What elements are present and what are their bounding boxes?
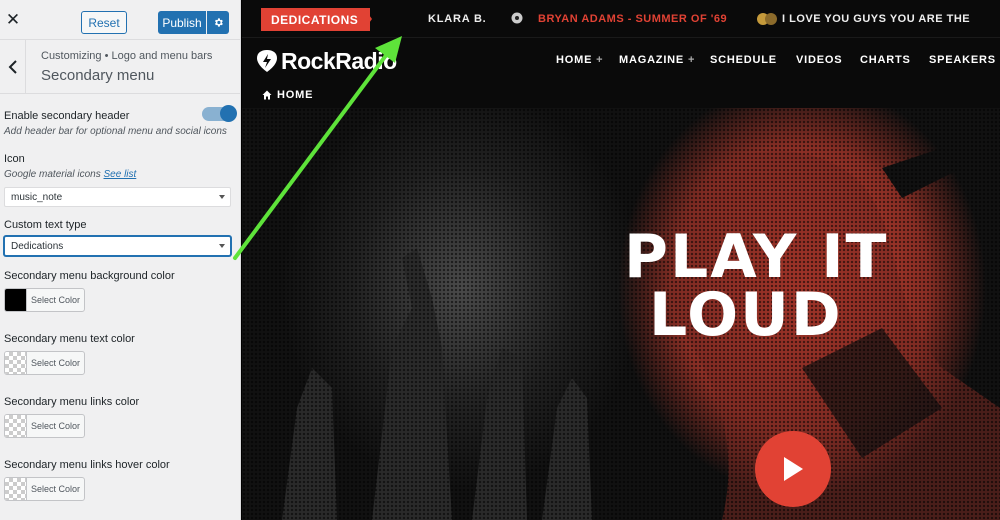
chevron-left-icon	[8, 60, 17, 74]
nav-videos[interactable]: VIDEOS	[796, 54, 842, 66]
page-breadcrumb-bar: HOME	[242, 82, 1000, 108]
publish-button[interactable]: Publish	[158, 11, 206, 34]
select-color-label: Select Color	[30, 358, 81, 368]
bg-color-picker-button[interactable]: Select Color	[4, 288, 85, 312]
custom-text-type-value: Dedications	[11, 240, 64, 252]
enable-secondary-header-description: Add header bar for optional menu and soc…	[4, 126, 227, 137]
select-color-label: Select Color	[30, 421, 81, 431]
play-button[interactable]	[755, 431, 831, 507]
publish-settings-button[interactable]	[207, 11, 229, 34]
bg-color-swatch	[5, 289, 27, 311]
enable-secondary-header-label: Enable secondary header	[4, 110, 130, 122]
secondary-header-ticker: DEDICATIONS KLARA B. BRYAN ADAMS - SUMME…	[242, 0, 1000, 38]
nav-speakers[interactable]: SPEAKERS	[929, 54, 996, 66]
dedications-badge: DEDICATIONS	[261, 8, 371, 31]
hero-section: PLAY IT LOUD	[242, 108, 1000, 520]
play-icon	[784, 457, 803, 481]
site-preview: DEDICATIONS KLARA B. BRYAN ADAMS - SUMME…	[242, 0, 1000, 520]
enable-secondary-header-row: Enable secondary header	[4, 105, 237, 122]
main-navbar: RockRadio HOME + MAGAZINE + SCHEDULE VID…	[242, 38, 1000, 82]
customizer-header: ✕ Reset Publish	[0, 0, 240, 40]
toggle-knob[interactable]	[220, 105, 237, 122]
controls-panel: Enable secondary header Add header bar f…	[0, 94, 240, 501]
chevron-down-icon	[219, 244, 225, 248]
links-hover-color-swatch	[5, 478, 27, 500]
emoji-icon	[765, 13, 777, 25]
home-icon	[262, 90, 272, 100]
nav-schedule[interactable]: SCHEDULE	[710, 54, 777, 66]
icon-description: Google material icons See list	[4, 169, 236, 180]
expand-icon: +	[687, 54, 696, 66]
links-hover-color-label: Secondary menu links hover color	[4, 459, 170, 471]
expand-icon: +	[596, 54, 604, 66]
links-color-swatch	[5, 415, 27, 437]
hero-title-line-2: LOUD	[649, 280, 843, 350]
nav-magazine-label: MAGAZINE	[619, 54, 685, 66]
links-color-picker-button[interactable]: Select Color	[4, 414, 85, 438]
icon-select[interactable]: music_note	[4, 187, 231, 207]
dedication-message: I LOVE YOU GUYS YOU ARE THE	[782, 13, 971, 25]
select-color-label: Select Color	[30, 295, 81, 305]
music-note-icon	[511, 12, 523, 24]
customizer-sidebar: ✕ Reset Publish Customizing • Logo and m…	[0, 0, 241, 520]
links-color-label: Secondary menu links color	[4, 396, 140, 408]
section-header: Customizing • Logo and menu bars Seconda…	[0, 40, 240, 94]
site-logo[interactable]: RockRadio	[281, 48, 397, 75]
close-customizer-button[interactable]: ✕	[0, 0, 26, 40]
section-title: Secondary menu	[41, 67, 155, 84]
breadcrumb-home-link[interactable]: HOME	[277, 89, 313, 101]
dedication-song[interactable]: BRYAN ADAMS - SUMMER OF '69	[538, 13, 727, 25]
close-icon: ✕	[5, 10, 21, 29]
icon-label: Icon	[4, 153, 25, 165]
select-color-label: Select Color	[30, 484, 81, 494]
custom-text-type-select[interactable]: Dedications	[4, 236, 231, 256]
text-color-picker-button[interactable]: Select Color	[4, 351, 85, 375]
custom-text-type-label: Custom text type	[4, 219, 87, 231]
text-color-label: Secondary menu text color	[4, 333, 135, 345]
links-hover-color-picker-button[interactable]: Select Color	[4, 477, 85, 501]
dedication-name: KLARA B.	[428, 13, 487, 25]
nav-charts[interactable]: CHARTS	[860, 54, 911, 66]
hero-title: PLAY IT LOUD	[624, 227, 889, 350]
breadcrumb: Customizing • Logo and menu bars	[41, 50, 213, 62]
icon-select-value: music_note	[11, 191, 63, 203]
reset-button[interactable]: Reset	[81, 11, 127, 34]
nav-magazine[interactable]: MAGAZINE +	[619, 54, 695, 66]
back-button[interactable]	[0, 40, 26, 94]
nav-home[interactable]: HOME +	[556, 54, 603, 66]
icon-description-text: Google material icons	[4, 169, 101, 180]
chevron-down-icon	[219, 195, 225, 199]
nav-home-label: HOME	[556, 54, 593, 66]
see-list-link[interactable]: See list	[104, 169, 137, 180]
dedications-badge-arrow	[364, 8, 372, 30]
logo-icon	[257, 50, 277, 72]
gear-icon	[214, 18, 223, 27]
text-color-swatch	[5, 352, 27, 374]
bg-color-label: Secondary menu background color	[4, 270, 175, 282]
